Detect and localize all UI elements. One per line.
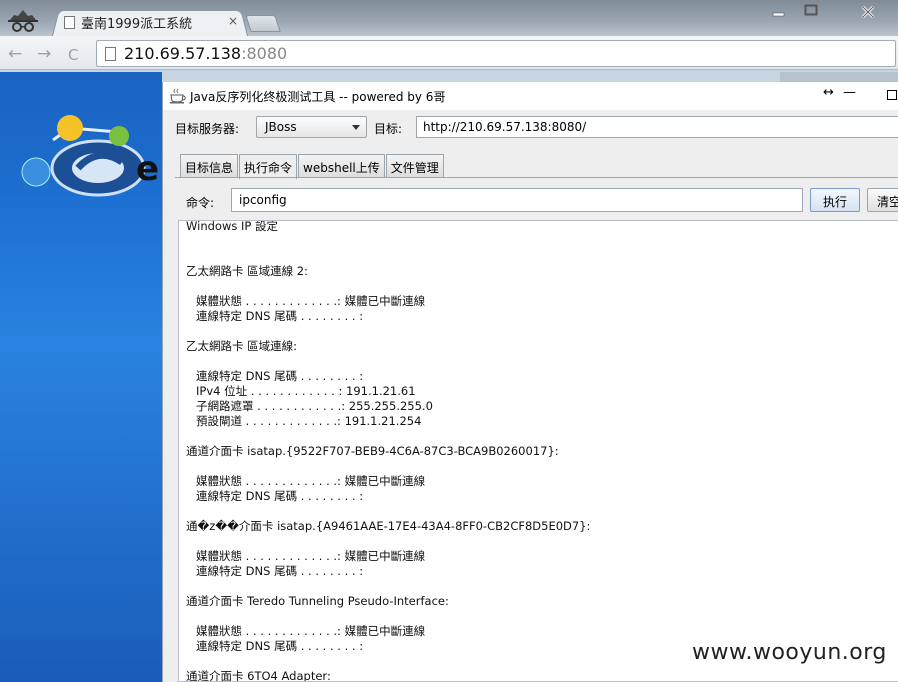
tab-close-icon[interactable]: × bbox=[228, 14, 238, 28]
clear-button[interactable]: 清空 bbox=[867, 188, 898, 212]
output-line: 通道介面卡 isatap.{9522F707-BEB9-4C6A-87C3-BC… bbox=[186, 444, 559, 458]
output-line: 乙太網路卡 區域連線: bbox=[186, 339, 298, 353]
command-output[interactable]: Windows IP 設定乙太網路卡 區域連線 2: 媒體狀態 . . . . .… bbox=[178, 220, 898, 682]
server-label: 目标服务器: bbox=[175, 122, 240, 136]
server-select[interactable]: JBoss bbox=[256, 116, 367, 138]
incognito-icon bbox=[8, 10, 38, 32]
tab-webshell-upload[interactable]: webshell上传 bbox=[298, 154, 385, 178]
command-label: 命令: bbox=[186, 196, 215, 210]
resize-icon[interactable]: ↔ bbox=[823, 85, 834, 100]
svg-text:e: e bbox=[136, 149, 159, 189]
tab-target-info[interactable]: 目标信息 bbox=[180, 154, 239, 178]
java-tool-window: Java反序列化终极测试工具 -- powered by 6哥 ↔ — 目标服务… bbox=[162, 82, 898, 682]
output-line: 媒體狀態 . . . . . . . . . . . . .: 媒體已中斷連線 bbox=[196, 624, 426, 638]
output-line: 媒體狀態 . . . . . . . . . . . . .: 媒體已中斷連線 bbox=[196, 549, 426, 563]
tool-titlebar: Java反序列化终极测试工具 -- powered by 6哥 ↔ — bbox=[163, 82, 898, 110]
command-input[interactable]: ipconfig bbox=[231, 188, 803, 212]
java-cup-icon bbox=[170, 88, 186, 104]
watermark: www.wooyun.org bbox=[692, 640, 887, 665]
output-line: 通道介面卡 Teredo Tunneling Pseudo-Interface: bbox=[186, 594, 449, 608]
url-port: :8080 bbox=[241, 44, 288, 63]
tab-execute-command[interactable]: 执行命令 bbox=[239, 154, 298, 179]
execute-button[interactable]: 执行 bbox=[810, 188, 860, 212]
url-host: 210.69.57.138 bbox=[124, 44, 242, 63]
output-line: 連線特定 DNS 尾碼 . . . . . . . . : bbox=[196, 489, 364, 503]
tool-tabs: 目标信息 执行命令 webshell上传 文件管理 bbox=[180, 154, 445, 179]
window-minimize-icon[interactable] bbox=[772, 5, 786, 17]
tab-divider bbox=[175, 177, 898, 178]
tool-title: Java反序列化终极测试工具 -- powered by 6哥 bbox=[190, 90, 446, 104]
target-label: 目标: bbox=[374, 122, 403, 136]
window-maximize-icon[interactable] bbox=[804, 4, 818, 16]
server-select-value: JBoss bbox=[265, 120, 297, 134]
browser-tab-title: 臺南1999派工系統 bbox=[81, 16, 193, 32]
output-line: IPv4 位址 . . . . . . . . . . . . : 191.1.… bbox=[196, 384, 416, 398]
target-input[interactable]: http://210.69.57.138:8080/ bbox=[416, 116, 898, 138]
output-line: 預設閘道 . . . . . . . . . . . . .: 191.1.21… bbox=[196, 414, 422, 428]
webpage-header-strip bbox=[780, 72, 898, 82]
output-line: 媒體狀態 . . . . . . . . . . . . .: 媒體已中斷連線 bbox=[196, 294, 426, 308]
page-icon bbox=[64, 15, 75, 29]
reload-icon[interactable]: C bbox=[68, 46, 78, 64]
output-line: 連線特定 DNS 尾碼 . . . . . . . . : bbox=[196, 309, 364, 323]
tab-file-manager[interactable]: 文件管理 bbox=[385, 154, 444, 178]
site-logo-icon: e bbox=[21, 115, 159, 197]
output-line: 連線特定 DNS 尾碼 . . . . . . . . : bbox=[196, 564, 364, 578]
output-line: 子網路遮罩 . . . . . . . . . . . .: 255.255.2… bbox=[196, 399, 433, 413]
output-line: 通�z��介面卡 isatap.{A9461AAE-17E4-43A4-8FF0… bbox=[186, 519, 591, 533]
address-bar[interactable]: 210.69.57.138:8080 bbox=[96, 40, 896, 67]
new-tab-button[interactable] bbox=[245, 15, 281, 32]
output-line: 連線特定 DNS 尾碼 . . . . . . . . : bbox=[196, 639, 364, 653]
browser-tab-content[interactable]: 臺南1999派工系統 bbox=[52, 8, 248, 36]
chevron-down-icon bbox=[352, 125, 360, 130]
output-line: Windows IP 設定 bbox=[186, 220, 278, 233]
output-line: 連線特定 DNS 尾碼 . . . . . . . . : bbox=[196, 369, 364, 383]
window-close-icon[interactable] bbox=[844, 3, 892, 21]
output-line: 媒體狀態 . . . . . . . . . . . . .: 媒體已中斷連線 bbox=[196, 474, 426, 488]
back-icon[interactable]: ← bbox=[8, 44, 22, 64]
tool-maximize-icon[interactable] bbox=[887, 90, 897, 100]
output-line: 乙太網路卡 區域連線 2: bbox=[186, 264, 309, 278]
tool-minimize-icon[interactable]: — bbox=[843, 85, 856, 100]
forward-icon[interactable]: → bbox=[37, 44, 51, 64]
page-info-icon[interactable] bbox=[105, 46, 116, 61]
output-line: 通道介面卡 6TO4 Adapter: bbox=[186, 669, 331, 682]
